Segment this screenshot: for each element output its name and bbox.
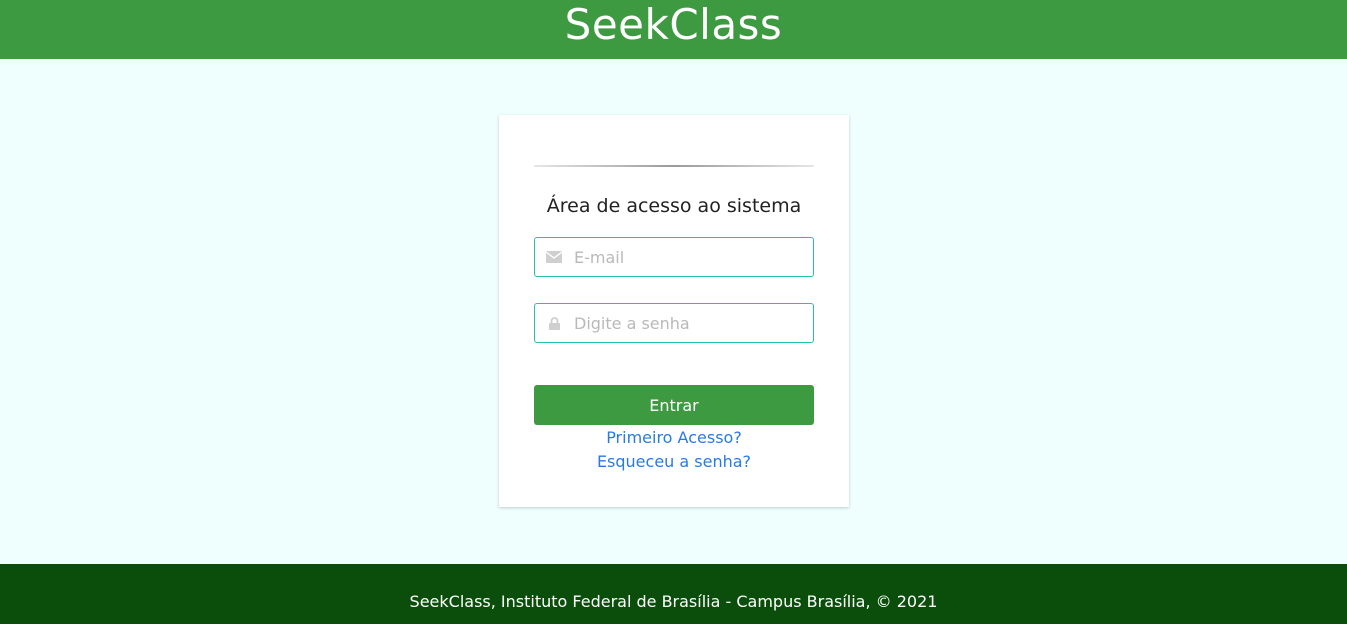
email-field-wrapper — [534, 237, 814, 277]
forgot-password-link[interactable]: Esqueceu a senha? — [499, 452, 849, 471]
email-input[interactable] — [574, 238, 804, 276]
password-input[interactable] — [574, 304, 804, 342]
footer-text: SeekClass, Instituto Federal de Brasília… — [409, 591, 938, 611]
login-title: Área de acesso ao sistema — [546, 195, 802, 217]
password-field-wrapper — [534, 303, 814, 343]
page-footer: SeekClass, Instituto Federal de Brasília… — [0, 564, 1347, 624]
login-button[interactable]: Entrar — [534, 385, 814, 425]
top-header: SeekClass — [0, 0, 1347, 59]
card-divider — [534, 165, 814, 167]
login-card: Área de acesso ao sistema Entrar Primeir… — [499, 115, 849, 507]
first-access-link[interactable]: Primeiro Acesso? — [499, 428, 849, 447]
envelope-icon — [545, 238, 563, 276]
app-title: SeekClass — [564, 0, 783, 49]
lock-icon — [545, 304, 563, 342]
